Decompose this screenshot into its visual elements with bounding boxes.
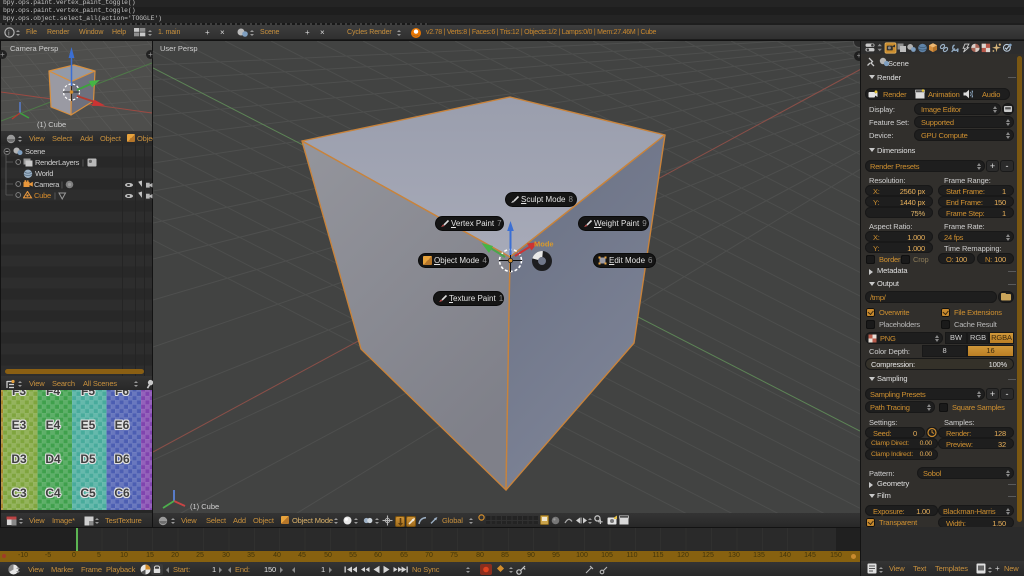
svg-text:i: i [8,29,10,38]
svg-text:Mode: Mode [534,240,554,249]
